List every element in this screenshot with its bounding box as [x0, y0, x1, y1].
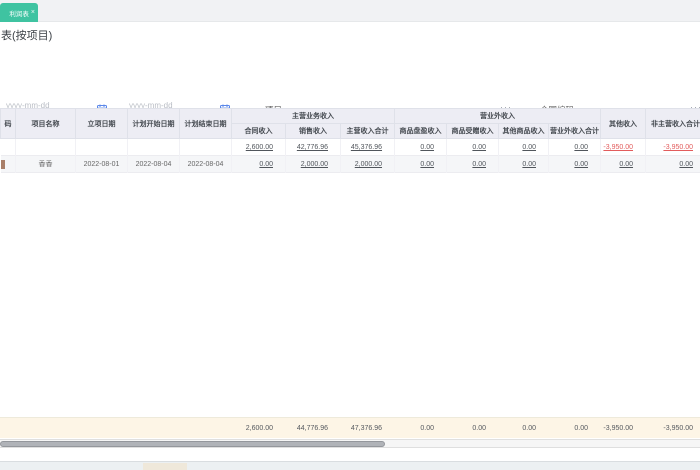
total-inventory-gain: 0.00 [420, 424, 434, 432]
page-title: 表(按项目) [1, 30, 53, 42]
total-contract-income: 2,600.00 [245, 424, 273, 432]
col-group-nonoperating-revenue: 营业外收入 [394, 108, 602, 124]
cell-project-name [15, 138, 76, 156]
cell-contract-income-link[interactable]: 2,600.00 [246, 144, 273, 151]
col-header-nonmain-total[interactable]: 非主营收入合计 [645, 108, 700, 139]
cell-setup-date: 2022-08-01 [75, 155, 128, 173]
col-header-plan-end[interactable]: 计划结束日期 [179, 108, 232, 139]
cell-nonop-total-link[interactable]: 0.00 [574, 161, 588, 168]
col-header-other-income[interactable]: 其他收入 [600, 108, 647, 139]
col-header-project-name[interactable]: 项目名称 [15, 108, 76, 139]
cell-code [0, 155, 16, 173]
col-header-sales-income[interactable]: 销售收入 [285, 123, 341, 139]
cell-nonop-total-link[interactable]: 0.00 [574, 144, 588, 151]
tab-close-icon[interactable]: × [31, 9, 35, 16]
cell-main-total-link[interactable]: 2,000.00 [355, 161, 382, 168]
cell-other-income-link[interactable]: -3,950.00 [603, 144, 633, 151]
cell-plan-end [179, 138, 232, 156]
horizontal-scrollbar[interactable] [0, 439, 700, 448]
col-header-setup-date[interactable]: 立项日期 [75, 108, 128, 139]
cell-plan-end: 2022-08-04 [179, 155, 232, 173]
cell-inventory-gain-link[interactable]: 0.00 [420, 144, 434, 151]
cell-project-name: 香香 [15, 155, 76, 173]
report-table: 码 项目名称 立项日期 计划开始日期 计划结束日期 主营业务收入 营业外收入 其… [0, 108, 700, 173]
col-header-donated-goods[interactable]: 商品受赠收入 [446, 123, 500, 139]
cell-other-goods-link[interactable]: 0.00 [522, 144, 536, 151]
cell-sales-income-link[interactable]: 42,776.96 [297, 144, 328, 151]
col-header-project-code[interactable]: 码 [0, 108, 16, 139]
total-sales-income: 44,776.96 [296, 424, 328, 432]
cell-donated-goods-link[interactable]: 0.00 [472, 144, 486, 151]
total-nonmain-total: -3,950.00 [663, 424, 693, 432]
col-header-nonop-total[interactable]: 营业外收入合计 [548, 123, 602, 139]
cell-main-total-link[interactable]: 45,376.96 [351, 144, 382, 151]
cell-nonmain-total-link[interactable]: -3,950.00 [663, 144, 693, 151]
col-group-main-revenue: 主营业务收入 [230, 108, 396, 124]
tab-label: 利润表 [9, 10, 29, 18]
tab-bar: 利润表 × [0, 0, 700, 22]
cell-contract-income-link[interactable]: 0.00 [259, 161, 273, 168]
col-header-contract-income[interactable]: 合同收入 [231, 123, 286, 139]
totals-row: 2,600.00 44,776.96 47,376.96 0.00 0.00 0… [0, 417, 700, 438]
cell-sales-income-link[interactable]: 2,000.00 [301, 161, 328, 168]
total-other-goods: 0.00 [522, 424, 536, 432]
col-header-plan-start[interactable]: 计划开始日期 [127, 108, 180, 139]
cell-plan-start [127, 138, 180, 156]
table-row: 香香 2022-08-01 2022-08-04 2022-08-04 0.00… [0, 155, 700, 173]
filter-panel: — 项目 ··· 合同编码 ··· 展开更多条件 [0, 46, 700, 139]
bottom-bar-highlight [143, 463, 187, 470]
bottom-bar [0, 461, 700, 470]
total-donated-goods: 0.00 [472, 424, 486, 432]
col-header-main-total[interactable]: 主营收入合计 [339, 123, 396, 139]
cell-donated-goods-link[interactable]: 0.00 [472, 161, 486, 168]
row-code-clipped [0, 159, 5, 169]
cell-code [0, 138, 16, 156]
cell-other-income-link[interactable]: 0.00 [619, 161, 633, 168]
cell-inventory-gain-link[interactable]: 0.00 [420, 161, 434, 168]
tab-profit-report[interactable]: 利润表 × [0, 3, 38, 22]
total-other-income: -3,950.00 [603, 424, 633, 432]
title-row: 表(按项目) [0, 22, 700, 46]
total-nonop-total: 0.00 [574, 424, 588, 432]
col-header-inventory-gain[interactable]: 商品盘盈收入 [394, 123, 448, 139]
cell-setup-date [75, 138, 128, 156]
total-main-total: 47,376.96 [350, 424, 382, 432]
cell-plan-start: 2022-08-04 [127, 155, 180, 173]
col-header-other-goods[interactable]: 其他商品收入 [498, 123, 550, 139]
table-row: 2,600.00 42,776.96 45,376.96 0.00 0.00 0… [0, 138, 700, 156]
cell-nonmain-total-link[interactable]: 0.00 [679, 161, 693, 168]
app-window: 利润表 × 表(按项目) — 项目 ··· 合同编码 ··· [0, 0, 700, 470]
scrollbar-thumb[interactable] [0, 441, 385, 447]
cell-other-goods-link[interactable]: 0.00 [522, 161, 536, 168]
